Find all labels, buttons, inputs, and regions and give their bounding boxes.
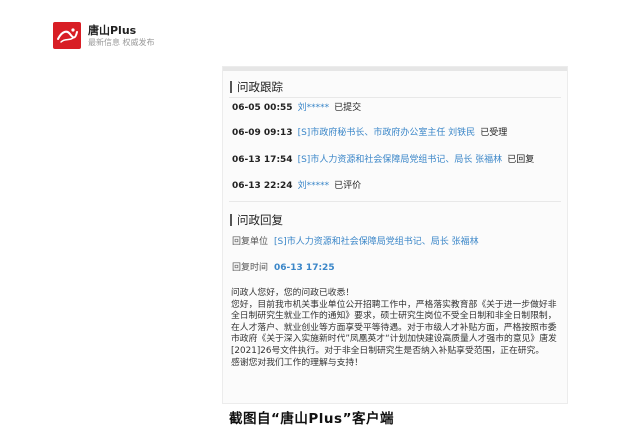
section-marker [230, 214, 232, 226]
tracking-actor[interactable]: 刘***** [298, 103, 330, 113]
app-title: 唐山Plus [88, 24, 137, 37]
tracking-row: 06-13 17:54 [S]市人力资源和社会保障局党组书记、局长 张福林 已回复 [232, 154, 534, 166]
reply-heading: 问政回复 [230, 213, 283, 227]
tracking-status: 已回复 [507, 155, 535, 165]
reply-unit-value[interactable]: [S]市人力资源和社会保障局党组书记、局长 张福林 [274, 237, 479, 247]
divider [229, 201, 561, 202]
reply-time-row: 回复时间 06-13 17:25 [232, 262, 335, 274]
tracking-time: 06-13 17:54 [232, 155, 293, 165]
reply-unit-row: 回复单位 [S]市人力资源和社会保障局党组书记、局长 张福林 [232, 236, 479, 248]
reply-paragraph: 问政人您好，您的问政已收悉！ [231, 288, 355, 298]
reply-unit-label: 回复单位 [232, 237, 269, 247]
reply-time-value: 06-13 17:25 [274, 263, 335, 273]
image-caption: 截图自“唐山Plus”客户端 [229, 411, 394, 427]
app-header: 唐山Plus 最新信息 权威发布 [0, 0, 623, 56]
tracking-actor[interactable]: [S]市政府秘书长、市政府办公室主任 刘铁民 [298, 128, 476, 138]
tracking-time: 06-05 00:55 [232, 103, 293, 113]
tracking-heading: 问政跟踪 [230, 80, 283, 94]
reply-time-label: 回复时间 [232, 263, 269, 273]
tracking-status: 已提交 [334, 103, 362, 113]
divider [229, 97, 561, 98]
app-subtitle: 最新信息 权威发布 [88, 38, 155, 47]
tracking-status: 已评价 [334, 181, 362, 191]
top-divider [223, 67, 567, 71]
reply-paragraph: 感谢您对我们工作的理解与支持！ [231, 357, 363, 368]
tracking-time: 06-09 09:13 [232, 128, 293, 138]
tracking-row: 06-05 00:55 刘***** 已提交 [232, 102, 361, 114]
reply-paragraph: 您好，目前我市机关事业单位公开招聘工作中，严格落实教育部《关于进一步做好非全日制… [231, 299, 557, 356]
tracking-time: 06-13 22:24 [232, 181, 293, 191]
tracking-status: 已受理 [480, 128, 508, 138]
section-marker [230, 81, 232, 93]
tracking-row: 06-09 09:13 [S]市政府秘书长、市政府办公室主任 刘铁民 已受理 [232, 127, 507, 139]
tracking-actor[interactable]: [S]市人力资源和社会保障局党组书记、局长 张福林 [298, 155, 503, 165]
tracking-row: 06-13 22:24 刘***** 已评价 [232, 180, 361, 192]
tracking-actor[interactable]: 刘***** [298, 181, 330, 191]
content-panel: 问政跟踪 06-05 00:55 刘***** 已提交 06-09 09:13 [S]… [222, 66, 568, 404]
app-logo-icon [53, 22, 81, 49]
reply-body: 问政人您好，您的问政已收悉！ 您好，目前我市机关事业单位公开招聘工作中，严格落实… [231, 288, 561, 369]
